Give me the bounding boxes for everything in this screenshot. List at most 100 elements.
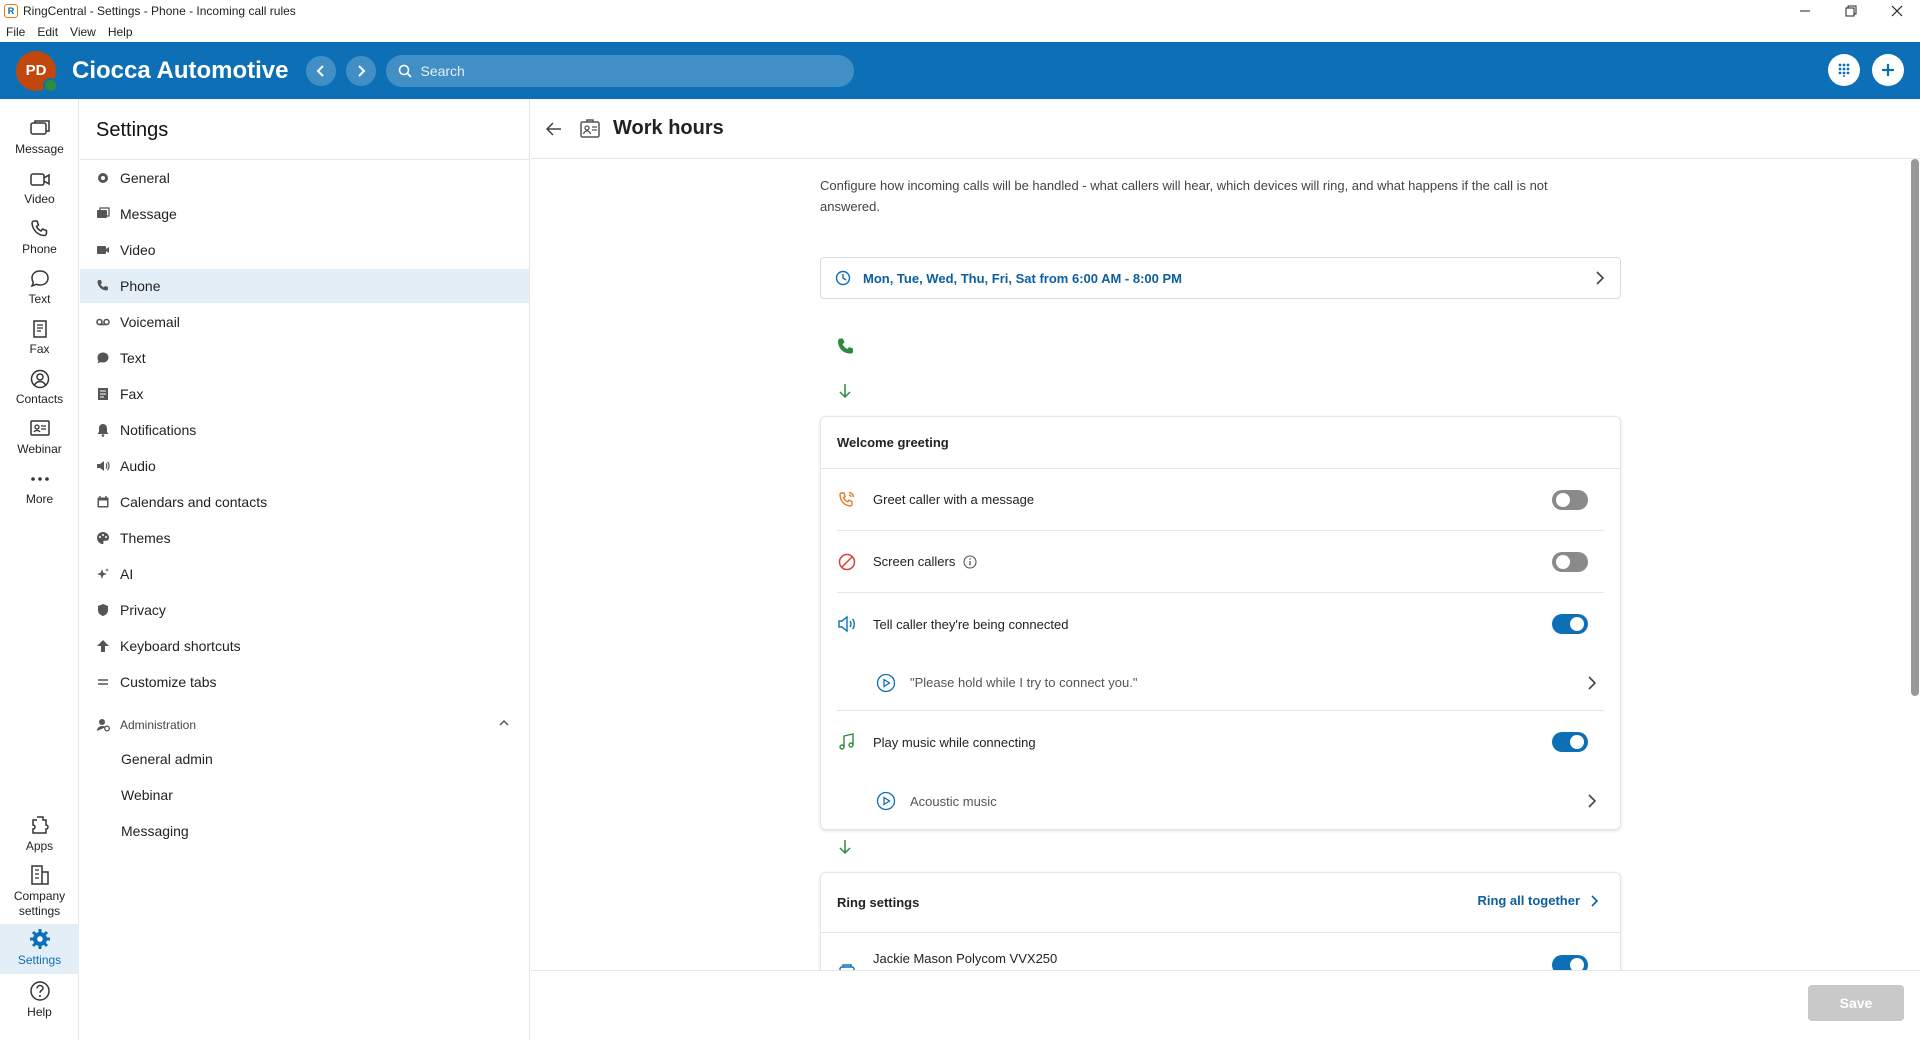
nav-item-notifications[interactable]: Notifications	[80, 413, 529, 447]
dialpad-button[interactable]	[1828, 54, 1860, 86]
app-header: PD Ciocca Automotive	[0, 42, 1920, 99]
toggle-knob	[1570, 958, 1584, 970]
contacts-icon	[30, 369, 49, 389]
rail-message[interactable]: Message	[0, 115, 79, 165]
rail-settings[interactable]: Settings	[0, 924, 79, 974]
device-toggle[interactable]	[1552, 955, 1588, 970]
back-nav-button[interactable]	[306, 55, 337, 86]
welcome-greeting-card: Welcome greeting Greet caller with a mes…	[820, 416, 1621, 830]
nav-item-label: Message	[120, 206, 177, 222]
rail-video-label: Video	[24, 192, 55, 206]
avatar-initials: PD	[25, 62, 47, 79]
nav-item-message[interactable]: Message	[80, 197, 529, 231]
play-icon[interactable]	[876, 673, 896, 693]
nav-item-themes[interactable]: Themes	[80, 521, 529, 555]
scroll-thumb[interactable]	[1911, 159, 1919, 696]
save-button[interactable]: Save	[1808, 985, 1904, 1021]
nav-item-general[interactable]: General	[80, 161, 529, 195]
nav-item-audio[interactable]: Audio	[80, 449, 529, 483]
greet-caller-label: Greet caller with a message	[873, 492, 1035, 507]
menu-edit[interactable]: Edit	[37, 25, 58, 39]
desk-phone-icon	[837, 961, 857, 970]
nav-item-label: Customize tabs	[120, 674, 217, 690]
phone-icon	[30, 220, 47, 237]
rail-help-label: Help	[27, 1005, 52, 1019]
apps-icon	[31, 816, 49, 834]
nav-item-messaging[interactable]: Messaging	[80, 814, 529, 848]
schedule-card[interactable]: Mon, Tue, Wed, Thu, Fri, Sat from 6:00 A…	[820, 257, 1621, 299]
play-music-toggle[interactable]	[1552, 732, 1588, 752]
settings-nav: Settings General Message Video Phone Voi…	[80, 99, 530, 1040]
nav-item-webinar[interactable]: Webinar	[80, 778, 529, 812]
chevron-right-icon	[1586, 794, 1598, 808]
welcome-greeting-title: Welcome greeting	[821, 417, 1620, 469]
search-bar[interactable]	[386, 54, 855, 87]
music-note-icon	[837, 732, 857, 752]
nav-item-phone[interactable]: Phone	[80, 269, 529, 303]
admin-user-icon	[96, 718, 110, 732]
nav-item-label: Text	[120, 350, 146, 366]
company-settings-icon	[30, 865, 49, 885]
rail-phone[interactable]: Phone	[0, 215, 79, 265]
forward-nav-button[interactable]	[346, 55, 377, 86]
back-button[interactable]	[545, 121, 563, 137]
rail-help[interactable]: Help	[0, 976, 79, 1026]
search-icon	[399, 64, 413, 78]
nav-item-keyboard-shortcuts[interactable]: Keyboard shortcuts	[80, 629, 529, 663]
nav-item-label: Themes	[120, 530, 171, 546]
rail-apps[interactable]: Apps	[0, 810, 79, 860]
rail-contacts[interactable]: Contacts	[0, 365, 79, 415]
minimize-icon	[1800, 10, 1810, 12]
fax-icon	[32, 320, 47, 338]
rail-more[interactable]: More	[0, 465, 79, 515]
add-button[interactable]	[1872, 54, 1904, 86]
play-icon[interactable]	[876, 791, 896, 811]
rail-webinar[interactable]: Webinar	[0, 415, 79, 465]
nav-item-label: Keyboard shortcuts	[120, 638, 241, 654]
rail-text[interactable]: Text	[0, 265, 79, 315]
nav-item-text[interactable]: Text	[80, 341, 529, 375]
search-input[interactable]	[420, 62, 821, 79]
tell-caller-toggle[interactable]	[1552, 614, 1588, 634]
screen-callers-toggle[interactable]	[1552, 551, 1588, 572]
nav-item-privacy[interactable]: Privacy	[80, 593, 529, 627]
menu-view[interactable]: View	[70, 25, 96, 39]
close-window-button[interactable]	[1874, 0, 1920, 22]
nav-item-video[interactable]: Video	[80, 233, 529, 267]
nav-item-general-admin[interactable]: General admin	[80, 742, 529, 776]
incoming-call-icon	[836, 337, 856, 357]
administration-section-toggle[interactable]: Administration	[80, 710, 529, 740]
tell-caller-message-row[interactable]: "Please hold while I try to connect you.…	[837, 655, 1604, 711]
ringcentral-app-icon: R	[4, 4, 18, 18]
scrollbar[interactable]	[1910, 159, 1920, 970]
sparkle-icon	[96, 567, 110, 581]
nav-item-voicemail[interactable]: Voicemail	[80, 305, 529, 339]
info-icon[interactable]	[963, 554, 977, 569]
device-name: Jackie Mason Polycom VVX250	[873, 950, 1058, 966]
chevron-right-icon	[1586, 675, 1598, 690]
menu-file[interactable]: File	[6, 25, 25, 39]
toggle-knob	[1570, 735, 1584, 749]
nav-item-fax[interactable]: Fax	[80, 377, 529, 411]
restore-button[interactable]	[1828, 0, 1874, 22]
nav-item-customize-tabs[interactable]: Customize tabs	[80, 665, 529, 699]
chevron-right-icon	[1591, 894, 1599, 907]
minimize-button[interactable]	[1782, 0, 1828, 22]
rail-fax[interactable]: Fax	[0, 315, 79, 365]
nav-item-ai[interactable]: AI	[80, 557, 529, 591]
menu-help[interactable]: Help	[108, 25, 133, 39]
presence-badge	[43, 77, 58, 93]
chevron-right-icon	[1594, 271, 1606, 285]
rail-more-label: More	[25, 492, 54, 506]
window-title: RingCentral - Settings - Phone - Incomin…	[23, 4, 296, 18]
greet-caller-toggle[interactable]	[1552, 489, 1588, 510]
music-choice-row[interactable]: Acoustic music	[837, 773, 1604, 829]
plus-icon	[1882, 64, 1894, 76]
nav-item-calendars[interactable]: Calendars and contacts	[80, 485, 529, 519]
avatar[interactable]: PD	[16, 50, 58, 93]
rail-video[interactable]: Video	[0, 165, 79, 215]
settings-icon	[29, 929, 50, 949]
rail-company-settings[interactable]: Company settings	[0, 860, 79, 922]
shield-icon	[96, 603, 110, 617]
ring-mode-link[interactable]: Ring all together	[1477, 893, 1600, 908]
